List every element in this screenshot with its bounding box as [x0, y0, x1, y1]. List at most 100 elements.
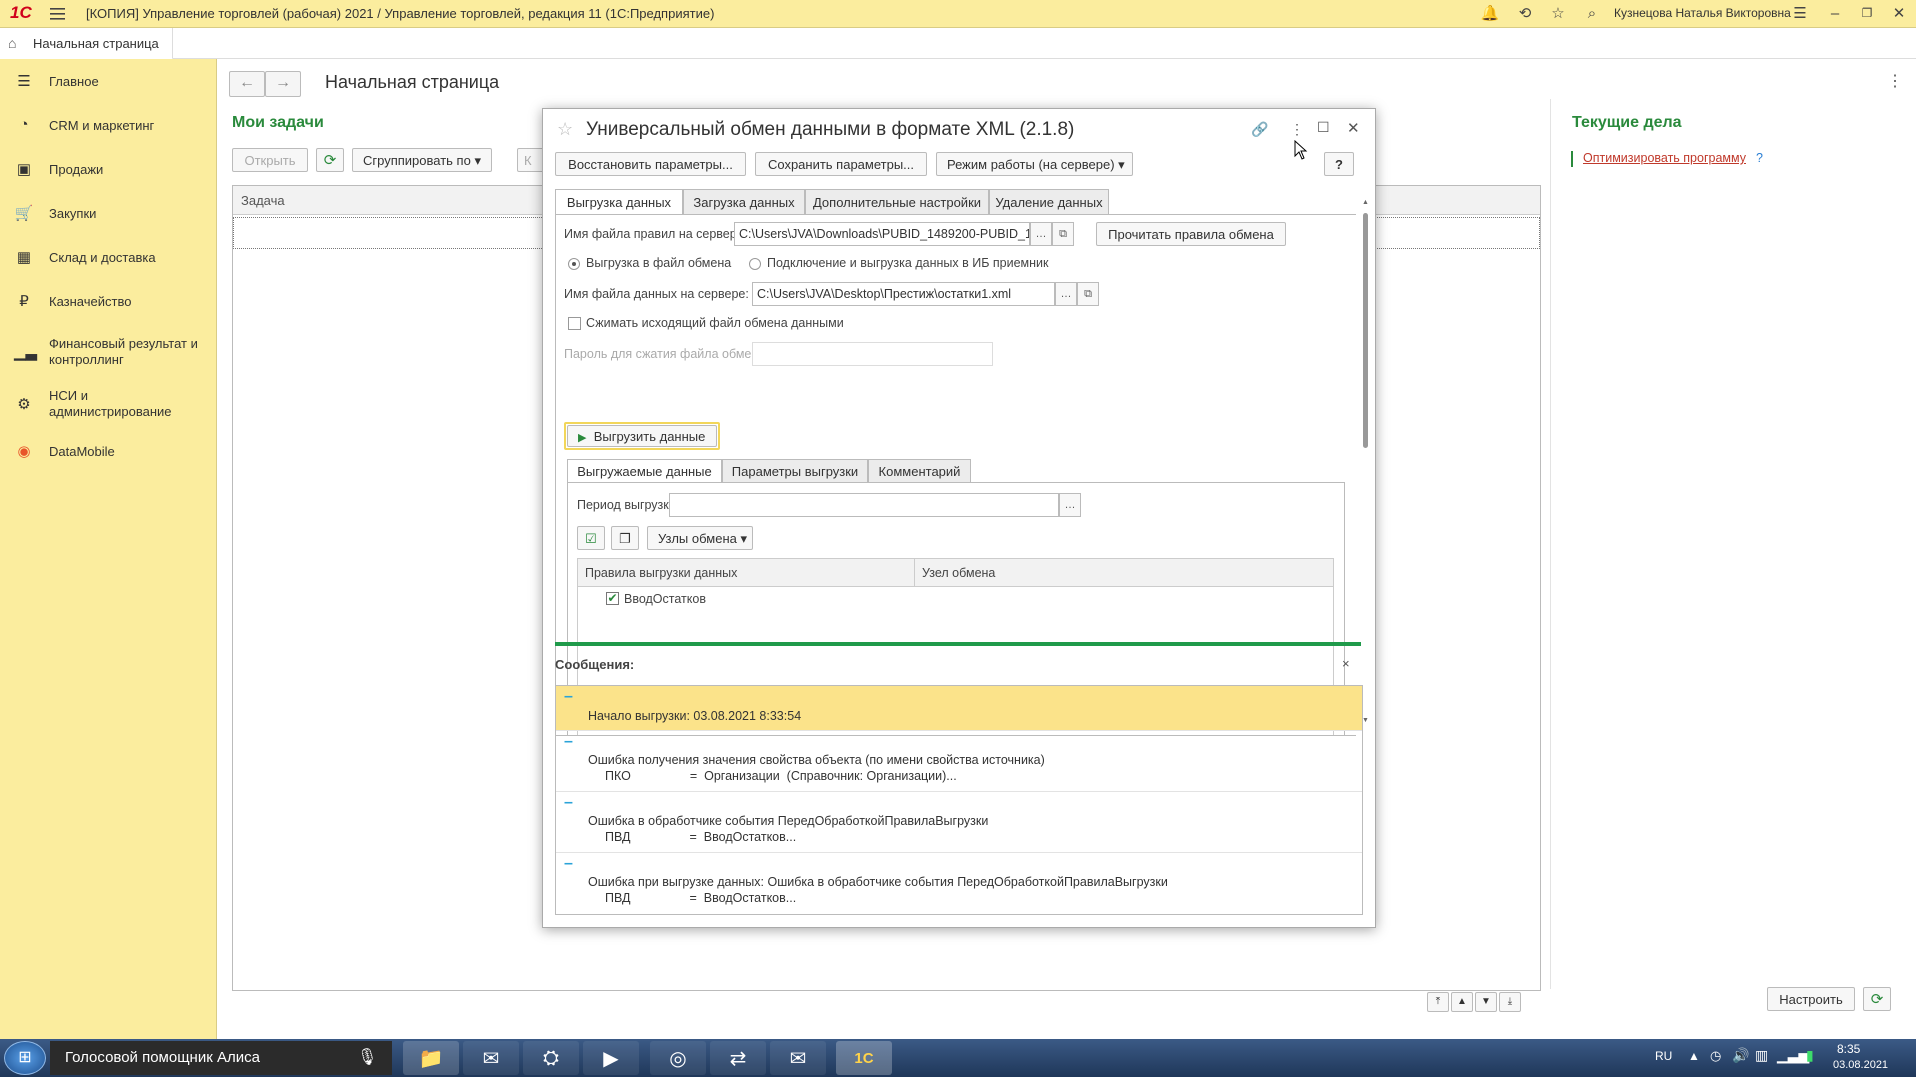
uncheck-all-icon[interactable]: ❐ [611, 526, 639, 550]
tray-clock-icon[interactable]: ◷ [1710, 1048, 1721, 1064]
tab-delete[interactable]: Удаление данных [989, 189, 1109, 215]
chrome-app-icon[interactable]: ◎ [650, 1041, 706, 1075]
compress-checkbox[interactable] [568, 317, 581, 330]
start-button[interactable]: ⊞ [4, 1041, 46, 1075]
scroll-thumb[interactable] [1363, 213, 1368, 448]
mode-button[interactable]: Режим работы (на сервере) ▾ [936, 152, 1133, 176]
sidebar-item-crm[interactable]: ◔ CRM и маркетинг [0, 113, 216, 139]
maximize-icon[interactable]: ☐ [1317, 119, 1330, 136]
microphone-icon[interactable]: 🎙 [357, 1047, 377, 1067]
open-button[interactable]: Открыть [232, 148, 308, 172]
link-icon[interactable]: 🔗 [1251, 121, 1268, 138]
network-icon[interactable]: ▥ [1755, 1047, 1768, 1064]
mail-app-icon[interactable]: ✉ [463, 1041, 519, 1075]
period-browse-button[interactable]: … [1059, 493, 1081, 517]
message-item[interactable]: – Ошибка получения значения свойства объ… [556, 731, 1362, 792]
sidebar-item-purchases[interactable]: 🛒 Закупки [0, 201, 216, 227]
message-item[interactable]: – Начало выгрузки: 03.08.2021 8:33:54 [556, 686, 1362, 731]
favorite-star-icon[interactable]: ☆ [557, 119, 573, 140]
tab-extra-settings[interactable]: Дополнительные настройки [805, 189, 989, 215]
scroll-up-icon[interactable]: ▲ [1451, 992, 1473, 1012]
outlook-app-icon[interactable]: ✉ [770, 1041, 826, 1075]
more-icon[interactable]: ⋮ [1290, 121, 1304, 138]
restore-params-button[interactable]: Восстановить параметры... [555, 152, 746, 176]
tab-import[interactable]: Загрузка данных [683, 189, 805, 215]
scroll-bottom-icon[interactable]: ⤓ [1499, 992, 1521, 1012]
table-row[interactable]: ✔ ВводОстатков [578, 586, 1333, 612]
compress-label: Сжимать исходящий файл обмена данными [586, 316, 844, 330]
read-rules-button[interactable]: Прочитать правила обмена [1096, 222, 1286, 246]
radio-export-ib[interactable] [749, 258, 761, 270]
group-by-button[interactable]: Сгруппировать по ▾ [352, 148, 492, 172]
battery-icon[interactable]: ▮ [1806, 1047, 1814, 1064]
sidebar-item-sales[interactable]: ▣ Продажи [0, 157, 216, 183]
scroll-down-icon[interactable]: ▼ [1362, 717, 1369, 724]
close-icon[interactable]: ✕ [1889, 3, 1909, 23]
rules-browse-button[interactable]: … [1030, 222, 1052, 246]
messages-divider [555, 642, 1361, 646]
data-browse-button[interactable]: … [1055, 282, 1077, 306]
help-button[interactable]: ? [1324, 152, 1354, 176]
minimize-icon[interactable]: – [1825, 3, 1845, 23]
bell-icon[interactable]: 🔔 [1480, 3, 1500, 23]
dialog-scrollbar[interactable]: ▲ ▼ [1361, 199, 1371, 727]
messages-close-icon[interactable]: × [1342, 656, 1350, 671]
sidebar-item-main[interactable]: ☰ Главное [0, 69, 216, 95]
sidebar-item-treasury[interactable]: ₽ Казначейство [0, 289, 216, 315]
row-checkbox[interactable]: ✔ [606, 592, 619, 605]
back-button[interactable]: ← [229, 71, 265, 97]
rules-open-icon[interactable]: ⧉ [1052, 222, 1074, 246]
subtab-export-params[interactable]: Параметры выгрузки [722, 459, 868, 483]
check-all-icon[interactable]: ☑ [577, 526, 605, 550]
scroll-up-icon[interactable]: ▲ [1362, 199, 1369, 206]
export-data-button[interactable]: ▶ Выгрузить данные [567, 425, 717, 447]
message-item[interactable]: – Ошибка при выгрузке данных: Ошибка в о… [556, 853, 1362, 913]
data-open-icon[interactable]: ⧉ [1077, 282, 1099, 306]
rules-file-field[interactable]: C:\Users\JVA\Downloads\PUBID_1489200-PUB… [734, 222, 1030, 246]
user-name[interactable]: Кузнецова Наталья Викторовна [1614, 6, 1791, 20]
radio-export-file[interactable] [568, 258, 580, 270]
onec-app-icon[interactable]: 1С [836, 1041, 892, 1075]
scroll-top-icon[interactable]: ⤒ [1427, 992, 1449, 1012]
sidebar-item-datamobile[interactable]: ◉ DataMobile [0, 439, 216, 465]
teamviewer-app-icon[interactable]: ⇄ [710, 1041, 766, 1075]
assistant-box[interactable]: Голосовой помощник Алиса 🎙 [50, 1041, 392, 1075]
tray-arrow-icon[interactable]: ▲ [1688, 1049, 1700, 1063]
refresh-current-icon[interactable]: ⟳ [1863, 987, 1891, 1011]
message-item[interactable]: – Ошибка в обработчике события ПередОбра… [556, 792, 1362, 853]
menu-icon[interactable] [50, 5, 67, 22]
subtab-comment[interactable]: Комментарий [868, 459, 971, 483]
more-icon[interactable]: ⋮ [1887, 71, 1903, 91]
tab-export[interactable]: Выгрузка данных [555, 189, 683, 215]
close-icon[interactable]: ✕ [1347, 119, 1360, 137]
media-app-icon[interactable]: ⛭ [523, 1041, 579, 1075]
optimize-link[interactable]: Оптимизировать программу [1583, 151, 1746, 165]
data-file-field[interactable]: C:\Users\JVA\Desktop\Престиж\остатки1.xm… [752, 282, 1055, 306]
save-params-button[interactable]: Сохранить параметры... [755, 152, 927, 176]
forward-button[interactable]: → [265, 71, 301, 97]
tab-home[interactable]: ⌂ Начальная страница [0, 28, 173, 60]
settings-menu-icon[interactable]: ☰ [1790, 3, 1810, 23]
search-icon[interactable]: ⌕ [1582, 3, 1602, 23]
language-indicator[interactable]: RU [1655, 1049, 1672, 1063]
player-app-icon[interactable]: ▶ [583, 1041, 639, 1075]
clock-date[interactable]: 03.08.2021 [1833, 1059, 1888, 1071]
exchange-nodes-button[interactable]: Узлы обмена ▾ [647, 526, 753, 550]
signal-icon[interactable]: ▁▃▅ [1777, 1047, 1809, 1064]
period-field[interactable] [669, 493, 1059, 517]
restore-icon[interactable]: ❐ [1857, 3, 1877, 23]
help-icon[interactable]: ? [1756, 151, 1763, 165]
sidebar-item-warehouse[interactable]: ▦ Склад и доставка [0, 245, 216, 271]
explorer-app-icon[interactable]: 📁 [403, 1041, 459, 1075]
subtab-exported[interactable]: Выгружаемые данные [567, 459, 722, 483]
sidebar-item-admin[interactable]: ⚙ НСИ и администрирование [0, 385, 216, 425]
clock-time[interactable]: 8:35 [1837, 1042, 1860, 1056]
sidebar-item-finance[interactable]: ▁▃ Финансовый результат и контроллинг [0, 333, 216, 373]
setup-button[interactable]: Настроить [1767, 987, 1855, 1011]
star-icon[interactable]: ☆ [1548, 3, 1568, 23]
scroll-down-icon[interactable]: ▼ [1475, 992, 1497, 1012]
volume-icon[interactable]: 🔊 [1732, 1047, 1749, 1064]
dialog-title: Универсальный обмен данными в формате XM… [586, 119, 1075, 140]
history-icon[interactable]: ⟲ [1515, 3, 1535, 23]
refresh-icon[interactable]: ⟳ [316, 148, 344, 172]
